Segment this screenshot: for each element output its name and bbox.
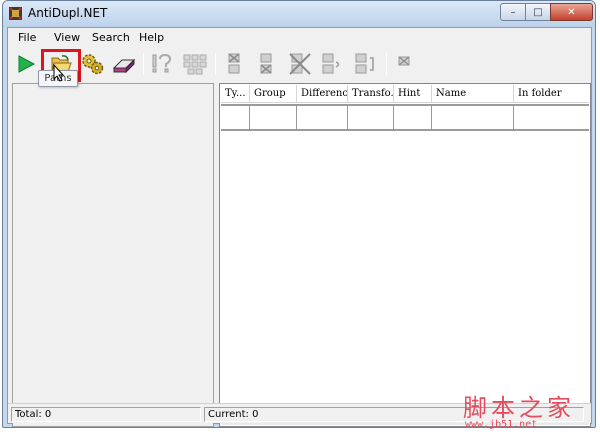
column-name[interactable]: Name [432, 85, 514, 102]
column-group[interactable]: Group [250, 85, 297, 102]
close-button[interactable]: ✕ [550, 3, 593, 21]
table-row[interactable] [221, 104, 589, 131]
gears-icon [82, 54, 104, 75]
toolbar-separator [143, 53, 144, 75]
grid-header: Ty... Group Difference Transfo... Hint N… [221, 85, 589, 103]
results-grid[interactable]: Ty... Group Difference Transfo... Hint N… [219, 83, 591, 427]
app-window: AntiDupl.NET – □ ✕ File View Search Help [2, 0, 596, 428]
delete-second-button[interactable] [254, 51, 280, 77]
menu-bar: File View Search Help [8, 28, 591, 47]
table-cell [432, 106, 514, 129]
start-search-button[interactable] [13, 51, 39, 77]
grid-icon [183, 54, 207, 75]
column-hint[interactable]: Hint [394, 85, 432, 102]
status-total: Total: 0 [11, 407, 201, 422]
table-cell [250, 106, 297, 129]
column-difference[interactable]: Difference [297, 85, 348, 102]
table-cell [394, 106, 432, 129]
delete-second-icon [260, 53, 272, 74]
client-area: File View Search Help Ty... Group Differ… [7, 27, 592, 427]
delete-both-button[interactable] [287, 51, 313, 77]
toolbar-separator [386, 53, 387, 75]
help-icon [152, 53, 172, 73]
watermark-chinese: 脚本之家 [463, 394, 575, 422]
help-button[interactable] [149, 51, 175, 77]
column-type[interactable]: Ty... [221, 85, 250, 102]
menu-search[interactable]: Search [92, 31, 130, 44]
minimize-icon: – [510, 6, 516, 18]
delete-both-icon [289, 53, 311, 75]
column-in-folder[interactable]: In folder [514, 85, 589, 102]
site-watermark: 脚本之家 www.jb51.net [463, 388, 593, 433]
paths-pane[interactable] [12, 83, 214, 427]
rename-icon [355, 53, 374, 74]
close-icon: ✕ [567, 6, 576, 18]
maximize-icon: □ [533, 6, 543, 18]
mistake-icon [322, 53, 340, 74]
menu-view[interactable]: View [54, 31, 80, 44]
play-icon [18, 55, 36, 73]
minimize-button[interactable]: – [500, 3, 526, 21]
title-bar[interactable]: AntiDupl.NET – □ ✕ [3, 1, 595, 27]
toolbar-separator [215, 53, 216, 75]
undo-icon [398, 56, 410, 66]
app-icon [9, 7, 22, 20]
maximize-button[interactable]: □ [525, 3, 551, 21]
table-cell [297, 106, 348, 129]
menu-help[interactable]: Help [139, 31, 164, 44]
delete-first-icon [228, 53, 240, 74]
eraser-icon [112, 58, 136, 74]
menu-file[interactable]: File [18, 31, 36, 44]
undo-button[interactable] [392, 51, 418, 77]
toolbar [8, 48, 591, 81]
table-cell [514, 106, 589, 129]
watermark-url: www.jb51.net [465, 419, 538, 430]
table-cell [348, 106, 394, 129]
delete-first-button[interactable] [222, 51, 248, 77]
clear-database-button[interactable] [111, 51, 137, 77]
column-transform[interactable]: Transfo... [348, 85, 394, 102]
mistake-button[interactable] [319, 51, 345, 77]
rename-button[interactable] [352, 51, 378, 77]
mouse-cursor-icon [53, 64, 65, 82]
thumbnails-button[interactable] [182, 51, 208, 77]
options-button[interactable] [80, 51, 106, 77]
table-cell [221, 106, 250, 129]
window-title: AntiDupl.NET [28, 6, 108, 20]
